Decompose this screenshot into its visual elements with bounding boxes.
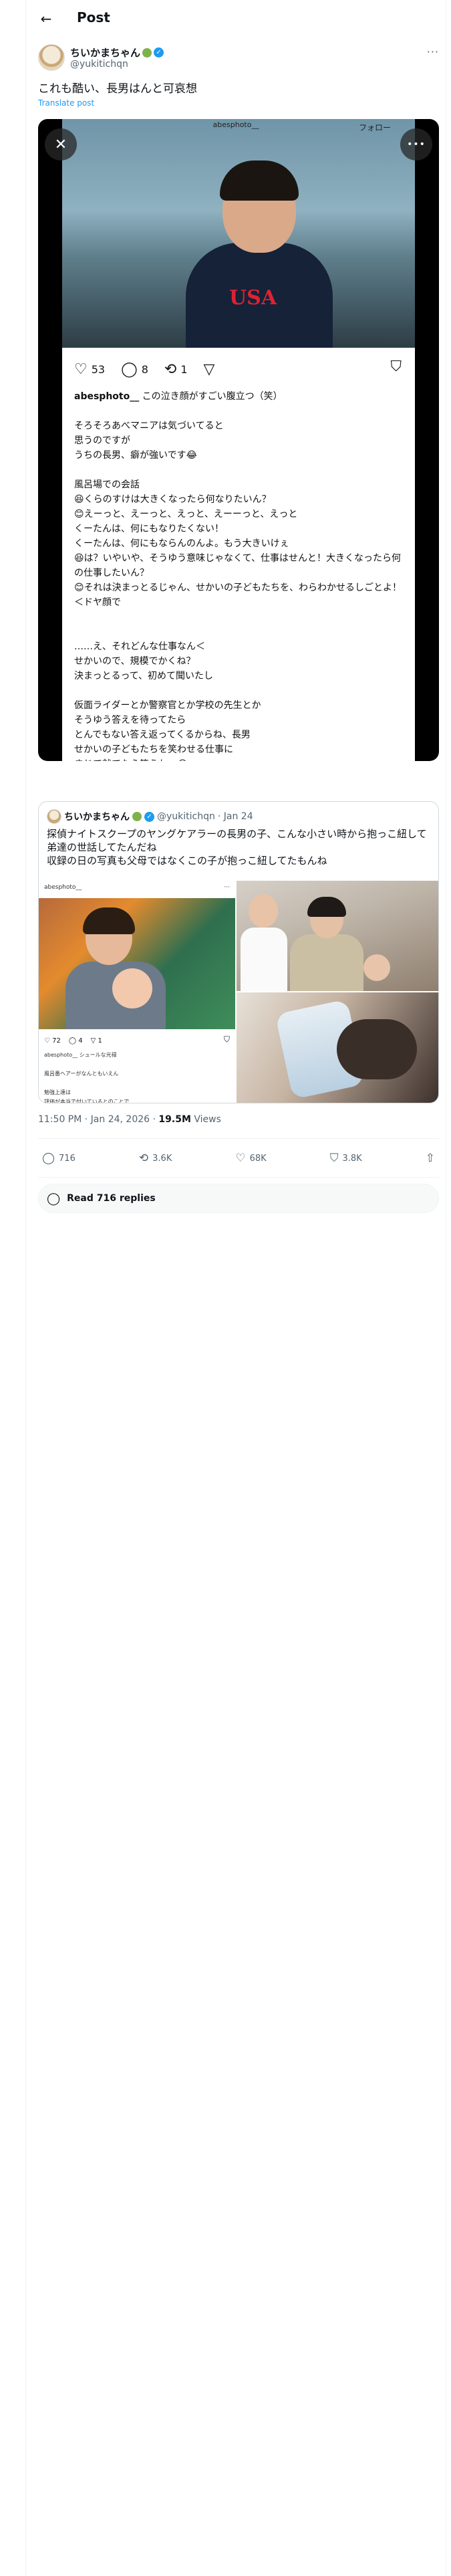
translate-link[interactable]: Translate post	[38, 98, 94, 108]
verified-badge-icon: ✓	[144, 811, 154, 822]
engagement-bar: ◯ 716 ⟲ 3.6K ♡ 68K ⛉ 3.8K ⇧	[38, 1145, 439, 1172]
ig-comments: 8	[141, 362, 148, 376]
more-icon[interactable]: •••	[400, 128, 432, 160]
bookmark-icon: ⛉	[223, 1035, 230, 1044]
hand	[337, 1019, 417, 1079]
comment-icon: ◯	[121, 360, 138, 378]
kid-head	[249, 894, 278, 928]
read-replies-label: Read 716 replies	[67, 1193, 156, 1204]
quote-author-name: ちいかまちゃん	[64, 812, 130, 823]
quote-author: ちいかまちゃん ✓ @yukitichqn · Jan 24	[47, 809, 253, 825]
like-button[interactable]: ♡ 68K	[235, 1152, 266, 1165]
reply-count: 716	[59, 1153, 76, 1164]
overlay-username: abesphoto__	[212, 120, 259, 129]
arrow-left-icon[interactable]: ←	[38, 11, 54, 27]
views-count: 19.5M	[158, 1114, 191, 1125]
kid-head	[363, 954, 390, 981]
heart-icon: ♡ 72	[44, 1037, 61, 1045]
tweet-media[interactable]: USA abesphoto__ フォロー ♡ 53 ◯ 8 ⟲ 1 ▽ ⛉ abesp…	[38, 119, 439, 761]
bookmark-icon: ⛉	[390, 358, 402, 375]
views-label: Views	[190, 1114, 221, 1125]
repost-button[interactable]: ⟲ 3.6K	[139, 1152, 172, 1165]
quote-left-comments: 4	[78, 1037, 83, 1045]
quote-media-top-right[interactable]	[237, 881, 438, 991]
divider	[38, 1138, 439, 1139]
quote-left-header: abesphoto__ ···	[39, 881, 235, 894]
reply-button[interactable]: ◯ 716	[42, 1152, 76, 1165]
send-icon: ▽ 1	[90, 1037, 102, 1045]
quote-left-user: abesphoto__	[44, 884, 82, 891]
share-button[interactable]: ⇧	[426, 1152, 435, 1165]
more-options-icon[interactable]: ···	[427, 45, 439, 58]
quote-left-actions: ♡ 72 ◯ 4 ▽ 1 ⛉	[44, 1035, 230, 1047]
quoted-tweet[interactable]: ちいかまちゃん ✓ @yukitichqn · Jan 24 探偵ナイトスクープ…	[38, 801, 439, 1103]
kid-hair	[83, 907, 135, 934]
baby-head	[112, 968, 152, 1008]
quote-media-bottom-right[interactable]	[237, 992, 438, 1103]
author-name-row[interactable]: ちいかまちゃん ✓	[70, 45, 164, 60]
author-name[interactable]: ちいかまちゃん	[70, 45, 140, 60]
author-handle[interactable]: @yukitichqn	[70, 59, 128, 70]
bookmark-icon: ⛉	[329, 1152, 339, 1165]
instagram-caption: abesphoto__ この泣き顔がすごい腹立つ（笑） そろそろあべマニアは気づ…	[74, 389, 408, 761]
tweet-author: ちいかまちゃん ✓ @yukitichqn ···	[38, 44, 439, 74]
send-icon: ▽	[203, 360, 215, 378]
follow-label: フォロー	[358, 123, 391, 132]
bookmark-button[interactable]: ⛉ 3.8K	[330, 1152, 362, 1165]
quote-date: · Jan 24	[217, 811, 253, 822]
heart-icon: ♡	[235, 1152, 246, 1165]
instagram-screenshot: USA abesphoto__ フォロー ♡ 53 ◯ 8 ⟲ 1 ▽ ⛉ abesp…	[62, 119, 415, 761]
adult-hair	[307, 897, 346, 917]
page-title: Post	[77, 9, 110, 25]
caption-body: そろそろあべマニアは気づいてると 思うのですが うちの長男、癖が強いです😂 風呂…	[74, 421, 402, 761]
ig-reposts: 1	[180, 362, 188, 376]
close-icon[interactable]: ✕	[45, 128, 77, 160]
emoji-icon	[132, 812, 142, 821]
repost-icon: ⟲	[164, 360, 177, 378]
crying-boy-photo: USA abesphoto__ フォロー	[62, 119, 415, 348]
instagram-actions: ♡ 53 ◯ 8 ⟲ 1 ▽ ⛉	[74, 358, 402, 380]
emoji-icon	[142, 47, 152, 58]
read-replies-button[interactable]: ◯ Read 716 replies	[38, 1184, 439, 1213]
heart-icon: ♡	[74, 360, 88, 378]
share-icon: ⇧	[425, 1152, 435, 1165]
adult-body	[290, 934, 363, 991]
post-column: ← Post ちいかまちゃん ✓ @yukitichqn ··· これも酷い、長…	[25, 0, 446, 2576]
quote-avatar	[47, 809, 61, 824]
post-timestamp: 11:50 PM · Jan 24, 2026 · 19.5M Views	[38, 1114, 221, 1125]
shirt-text: USA	[229, 286, 277, 310]
quote-left-likes: 72	[52, 1037, 61, 1045]
avatar[interactable]	[38, 44, 65, 71]
post-time[interactable]: 11:50 PM · Jan 24, 2026 ·	[38, 1114, 158, 1125]
like-count: 68K	[249, 1153, 267, 1164]
repost-icon: ⟲	[138, 1152, 149, 1165]
caption-head: この泣き顔がすごい腹立つ（笑）	[142, 391, 283, 402]
quote-left-more: ···	[224, 884, 230, 891]
comment-icon: ◯ 4	[68, 1037, 83, 1045]
quote-left-caption: abesphoto__ シュールな元禄 風呂番ヘアーがなんともいえん 勉強上達は…	[44, 1052, 135, 1103]
top-bar: ← Post	[26, 0, 447, 37]
bookmark-count: 3.8K	[342, 1153, 362, 1164]
tweet-text: これも酷い、長男はんと可哀想	[38, 82, 197, 96]
kid-body	[241, 928, 287, 991]
caption-user: abesphoto__	[74, 391, 140, 402]
quote-handle: @yukitichqn	[157, 811, 215, 822]
boy-with-baby-photo	[39, 898, 235, 1029]
ig-likes: 53	[91, 362, 106, 376]
divider	[38, 1177, 439, 1178]
speech-bubble-icon: ◯	[47, 1191, 61, 1206]
repost-count: 3.6K	[152, 1153, 172, 1164]
verified-badge-icon: ✓	[154, 47, 164, 58]
quote-media-grid: abesphoto__ ··· ♡ 72 ◯ 4 ▽ 1 ⛉ abesphoto…	[39, 881, 438, 1103]
reply-icon: ◯	[42, 1152, 55, 1165]
quote-left-reposts: 1	[98, 1037, 102, 1045]
quote-text: 探偵ナイトスクープのヤングケアラーの長男の子、こんな小さい時から抱っこ紐して弟達…	[47, 828, 427, 867]
quote-media-left[interactable]: abesphoto__ ··· ♡ 72 ◯ 4 ▽ 1 ⛉ abesphoto…	[39, 881, 235, 1103]
boy-hair	[220, 160, 299, 201]
